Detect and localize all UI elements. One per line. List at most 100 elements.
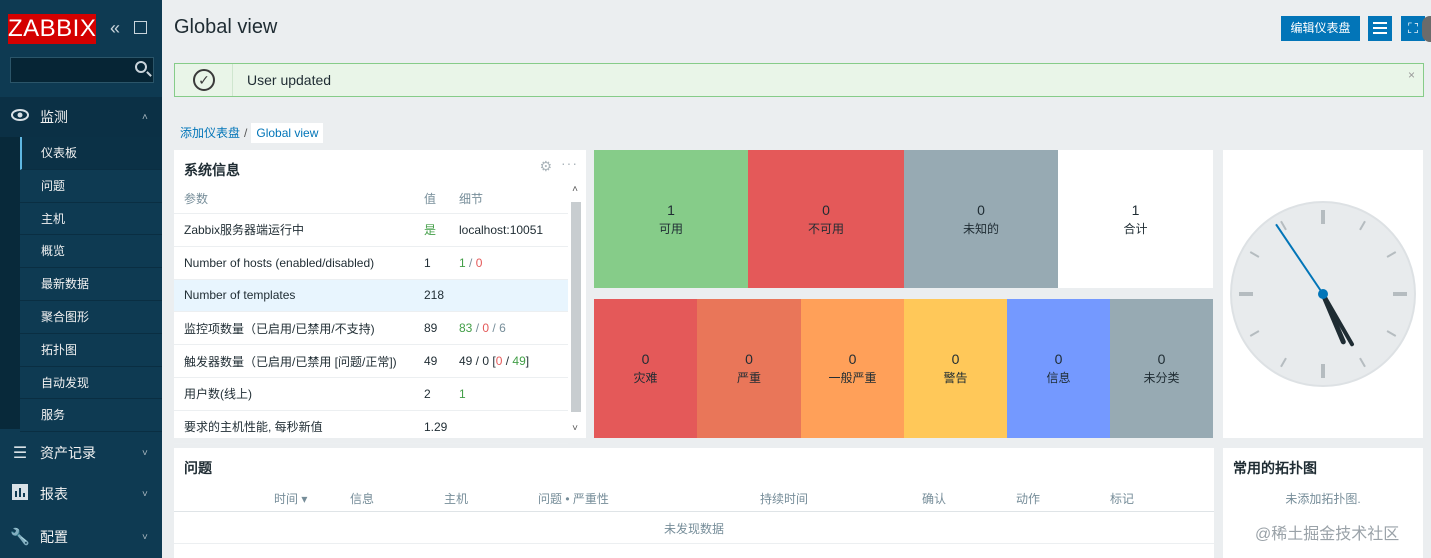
detail-separator: / bbox=[489, 321, 500, 336]
wrench-icon: 🔧 bbox=[10, 529, 30, 546]
enabled-count: 83 bbox=[459, 321, 473, 336]
tile-count: 1 bbox=[1131, 202, 1140, 218]
unsupported-count: 6 bbox=[499, 321, 506, 336]
widget-title: 问题 bbox=[184, 460, 212, 476]
chevron-down-icon[interactable]: ˅ bbox=[568, 423, 582, 434]
scroll-thumb[interactable] bbox=[571, 202, 581, 412]
severity-tile-not-classified[interactable]: 0 未分类 bbox=[1110, 299, 1213, 438]
problems-widget: 问题 时间 ▾ 信息 主机 问题 • 严重性 持续时间 确认 动作 标记 未发现… bbox=[174, 448, 1214, 558]
param-cell: Number of hosts (enabled/disabled) bbox=[184, 255, 375, 270]
value-cell: 49 bbox=[424, 354, 438, 369]
watermark: @稀土掘金技术社区 bbox=[1255, 526, 1400, 543]
sidebar-item-latest-data[interactable]: 最新数据 bbox=[20, 268, 162, 301]
tile-label: 未分类 bbox=[1143, 371, 1180, 385]
analog-clock bbox=[1230, 201, 1416, 387]
value-cell: 2 bbox=[424, 386, 431, 401]
tile-count: 1 bbox=[667, 202, 675, 218]
gear-icon[interactable]: ⚙ bbox=[539, 158, 552, 175]
system-info-table: 参数 值 细节 Zabbix服务器端运行中 是 localhost:10051 … bbox=[174, 184, 568, 444]
column-header-time[interactable]: 时间 ▾ bbox=[274, 490, 307, 507]
availability-tile-total[interactable]: 1 合计 bbox=[1058, 150, 1213, 288]
tile-count: 0 bbox=[951, 351, 960, 367]
value-cell: 1 bbox=[424, 255, 431, 270]
scrollbar[interactable]: ˄ ˅ bbox=[568, 182, 582, 436]
chevron-up-icon[interactable]: ˄ bbox=[568, 184, 582, 195]
search-icon[interactable] bbox=[135, 61, 147, 73]
sidebar-item-problems[interactable]: 问题 bbox=[20, 169, 162, 203]
severity-tile-information[interactable]: 0 信息 bbox=[1007, 299, 1110, 438]
sidebar-item-screens[interactable]: 聚合图形 bbox=[20, 300, 162, 334]
message-text: User updated bbox=[247, 72, 332, 88]
breadcrumb-current[interactable]: Global view bbox=[251, 123, 324, 143]
chevron-down-icon: ˅ bbox=[142, 531, 148, 543]
clock-center bbox=[1318, 289, 1328, 299]
disabled-count: 0 bbox=[475, 255, 483, 270]
zabbix-logo[interactable]: ZABBIX bbox=[8, 14, 96, 44]
app-root: ZABBIX « 监测 ˄ 仪表板 问题 主机 概览 最新数据 聚合图形 拓扑图… bbox=[0, 0, 1431, 558]
breadcrumb: 添加仪表盘 / Global view bbox=[180, 123, 324, 143]
value-cell: 218 bbox=[424, 288, 445, 303]
sidebar-item-dashboard[interactable]: 仪表板 bbox=[20, 137, 162, 170]
menu-section-label: 报表 bbox=[40, 486, 68, 502]
detail-bracket: ] bbox=[525, 354, 530, 369]
column-header-problem: 问题 • 严重性 bbox=[538, 492, 609, 506]
clock-widget bbox=[1223, 150, 1423, 438]
table-row: 监控项数量（已启用/已禁用/不支持) 89 83 / 0 / 6 bbox=[174, 312, 568, 346]
menu-bar bbox=[1373, 22, 1387, 24]
tile-count: 0 bbox=[1054, 351, 1063, 367]
page-title: Global view bbox=[174, 16, 278, 38]
menu-section-assets[interactable]: ☰ 资产记录 ˅ bbox=[0, 433, 162, 473]
detail-cell: 1 bbox=[459, 386, 466, 401]
sidebar-item-maps[interactable]: 拓扑图 bbox=[20, 333, 162, 367]
menu-section-label: 监测 bbox=[40, 109, 68, 125]
close-icon[interactable]: × bbox=[1408, 68, 1415, 82]
column-header: 值 bbox=[424, 192, 437, 206]
menu-bar bbox=[1373, 32, 1387, 34]
dashboard-menu-button[interactable] bbox=[1368, 16, 1392, 41]
tile-count: 0 bbox=[822, 202, 830, 218]
availability-tile-unknown[interactable]: 0 未知的 bbox=[904, 150, 1058, 288]
severity-tile-high[interactable]: 0 严重 bbox=[697, 299, 801, 438]
table-row: 要求的主机性能, 每秒新值 1.29 bbox=[174, 411, 568, 444]
sidebar-item-discovery[interactable]: 自动发现 bbox=[20, 366, 162, 400]
edit-dashboard-button[interactable]: 编辑仪表盘 bbox=[1281, 16, 1360, 41]
tile-label: 严重 bbox=[736, 371, 761, 385]
detail-cell: localhost:10051 bbox=[459, 222, 544, 237]
chevron-up-icon: ˄ bbox=[142, 111, 148, 123]
sidebar-item-services[interactable]: 服务 bbox=[20, 399, 162, 433]
table-row: 用户数(线上) 2 1 bbox=[174, 378, 568, 411]
param-cell: Number of templates bbox=[184, 288, 296, 303]
table-row: Number of templates 218 bbox=[174, 279, 568, 313]
value-cell: 是 bbox=[424, 223, 437, 238]
column-header-ack: 确认 bbox=[922, 492, 947, 506]
tile-label: 可用 bbox=[658, 222, 683, 236]
tile-label: 合计 bbox=[1123, 222, 1148, 236]
severity-tile-average[interactable]: 0 一般严重 bbox=[801, 299, 904, 438]
tile-count: 0 bbox=[848, 351, 857, 367]
availability-tile-available[interactable]: 1 可用 bbox=[594, 150, 748, 288]
menu-section-monitoring[interactable]: 监测 ˄ bbox=[0, 97, 162, 137]
detail-cell: 1 / 0 bbox=[459, 256, 568, 270]
param-cell: 触发器数量（已启用/已禁用 [问题/正常]) bbox=[184, 354, 397, 369]
tile-label: 不可用 bbox=[807, 222, 844, 236]
message-icon-area: ✓ bbox=[175, 64, 233, 96]
sidebar-search-input[interactable] bbox=[10, 57, 154, 83]
more-options-icon[interactable]: ··· bbox=[561, 155, 578, 171]
tile-label: 信息 bbox=[1046, 371, 1071, 385]
severity-tile-warning[interactable]: 0 警告 bbox=[904, 299, 1007, 438]
menu-section-reports[interactable]: 报表 ˅ bbox=[0, 474, 162, 514]
enabled-count: 1 bbox=[459, 255, 466, 270]
param-cell: Zabbix服务器端运行中 bbox=[184, 223, 305, 238]
collapse-sidebar-icon[interactable]: « bbox=[110, 18, 120, 39]
edge-handle[interactable] bbox=[1422, 16, 1431, 42]
eye-icon bbox=[0, 108, 40, 126]
availability-tile-unavailable[interactable]: 0 不可用 bbox=[748, 150, 904, 288]
column-header-host: 主机 bbox=[444, 492, 469, 506]
menu-section-config[interactable]: 🔧 配置 ˅ bbox=[0, 517, 162, 557]
kiosk-mode-icon[interactable] bbox=[134, 21, 147, 34]
sidebar-item-overview[interactable]: 概览 bbox=[20, 235, 162, 269]
severity-tile-disaster[interactable]: 0 灾难 bbox=[594, 299, 697, 438]
sidebar-item-hosts[interactable]: 主机 bbox=[20, 202, 162, 236]
breadcrumb-parent-link[interactable]: 添加仪表盘 bbox=[180, 126, 240, 140]
no-data-message: 未发现数据 bbox=[174, 514, 1214, 544]
